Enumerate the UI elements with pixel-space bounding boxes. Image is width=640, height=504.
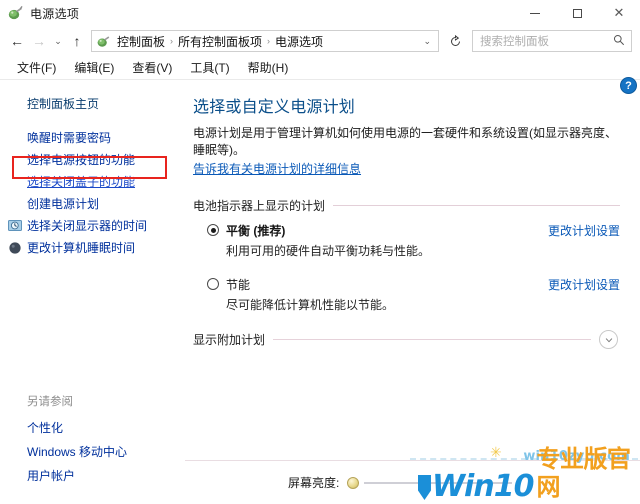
sidebar-item-require-password[interactable]: 唤醒时需要密码 [0,127,185,149]
sidebar-item-windows-mobility-center[interactable]: Windows 移动中心 [0,440,185,464]
main-pane: ? 选择或自定义电源计划 电源计划是用于管理计算机如何使用电源的一套硬件和系统设… [185,77,640,504]
power-plan-name: 节能 [226,278,251,292]
slider-thumb[interactable] [347,476,360,489]
sidebar-item-power-button-action[interactable]: 选择电源按钮的功能 [0,149,185,171]
sidebar: 控制面板主页 唤醒时需要密码 选择电源按钮的功能 选择关闭盖子的功能 创建电源计… [0,81,185,504]
sidebar-item-label: 选择关闭显示器的时间 [27,219,148,233]
title-bar: 电源选项 ✕ [0,0,640,26]
power-plug-icon [7,5,24,22]
see-also-title: 另请参阅 [27,396,73,408]
group-divider [333,205,620,206]
breadcrumb-item-power-options[interactable]: 电源选项 [272,33,326,50]
recent-locations-chevron-icon[interactable]: ⌄ [50,30,66,52]
power-plans-group: 电池指示器上显示的计划 平衡 (推荐) 更改计划设置 利用可用的硬件自动平衡功耗… [193,197,624,349]
power-plans-group-header: 电池指示器上显示的计划 [193,197,620,214]
group-divider [273,339,591,340]
sidebar-item-control-panel-home[interactable]: 控制面板主页 [0,93,185,114]
brightness-bar: 屏幕亮度: [185,460,640,504]
power-plan-row-power-saver[interactable]: 节能 更改计划设置 [193,276,620,293]
show-additional-plans-label: 显示附加计划 [193,333,266,347]
radio-power-saver[interactable] [207,278,219,290]
search-icon[interactable] [611,34,631,49]
menu-bar: 文件(F) 编辑(E) 查看(V) 工具(T) 帮助(H) [0,56,640,80]
power-plan-description: 利用可用的硬件自动平衡功耗与性能。 [226,244,431,258]
page-title: 选择或自定义电源计划 [193,99,356,116]
refresh-icon[interactable] [444,30,466,52]
power-plans-group-title: 电池指示器上显示的计划 [193,199,326,213]
sidebar-item-sleep-time[interactable]: 更改计算机睡眠时间 [0,237,185,259]
sidebar-item-create-power-plan[interactable]: 创建电源计划 [0,193,185,215]
back-arrow-icon[interactable]: ← [6,30,28,52]
power-plan-description: 尽可能降低计算机性能以节能。 [226,298,395,312]
breadcrumb-separator-icon: › [170,36,174,46]
address-bar[interactable]: 控制面板 › 所有控制面板项 › 电源选项 ⌄ [91,30,439,52]
window-controls: ✕ [514,0,640,26]
radio-balanced[interactable] [207,224,219,236]
minimize-button[interactable] [514,0,556,26]
page-description: 电源计划是用于管理计算机如何使用电源的一套硬件和系统设置(如显示器亮度、睡眠等)… [193,126,617,157]
sidebar-item-personalization[interactable]: 个性化 [0,416,185,440]
more-info-link[interactable]: 告诉我有关电源计划的详细信息 [193,160,361,177]
monitor-clock-icon [8,219,22,233]
window-title: 电源选项 [30,6,80,21]
change-plan-settings-link-balanced[interactable]: 更改计划设置 [548,222,620,239]
chevron-down-icon[interactable] [599,330,618,349]
search-box[interactable]: 搜索控制面板 [472,30,632,52]
sidebar-item-user-accounts[interactable]: 用户帐户 [0,464,185,488]
up-arrow-icon[interactable]: ↑ [66,30,88,52]
power-plan-row-balanced[interactable]: 平衡 (推荐) 更改计划设置 [193,222,620,239]
power-plan-name: 平衡 (推荐) [226,224,286,238]
menu-item-view[interactable]: 查看(V) [123,57,181,78]
breadcrumb-item-all-items[interactable]: 所有控制面板项 [175,33,265,50]
search-input[interactable]: 搜索控制面板 [473,33,611,49]
menu-item-help[interactable]: 帮助(H) [239,57,298,78]
see-also-section: 另请参阅 个性化 Windows 移动中心 用户帐户 [0,393,185,488]
menu-item-edit[interactable]: 编辑(E) [65,57,123,78]
sidebar-item-label: 更改计算机睡眠时间 [27,241,136,255]
menu-item-file[interactable]: 文件(F) [8,57,65,78]
breadcrumb-separator-icon: › [267,36,271,46]
navigation-bar: ← → ⌄ ↑ 控制面板 › 所有控制面板项 › 电源选项 ⌄ 搜索控制面板 [0,26,640,56]
change-plan-settings-link-power-saver[interactable]: 更改计划设置 [548,276,620,293]
brightness-slider[interactable] [347,476,513,490]
help-icon[interactable]: ? [620,77,637,94]
content-area: 控制面板主页 唤醒时需要密码 选择电源按钮的功能 选择关闭盖子的功能 创建电源计… [0,77,640,504]
address-dropdown-chevron-icon[interactable]: ⌄ [419,36,438,47]
sidebar-item-display-off-time[interactable]: 选择关闭显示器的时间 [0,215,185,237]
sidebar-item-lid-close-action[interactable]: 选择关闭盖子的功能 [0,171,185,193]
menu-item-tools[interactable]: 工具(T) [181,57,238,78]
slider-track [364,481,513,484]
show-additional-plans-row[interactable]: 显示附加计划 [193,330,620,349]
breadcrumb-item-control-panel[interactable]: 控制面板 [114,33,168,50]
brightness-label: 屏幕亮度: [288,476,340,490]
close-button[interactable]: ✕ [598,0,640,26]
breadcrumb-power-icon [96,34,111,49]
maximize-button[interactable] [556,0,598,26]
sleep-moon-icon [8,241,22,255]
forward-arrow-icon: → [32,33,46,49]
